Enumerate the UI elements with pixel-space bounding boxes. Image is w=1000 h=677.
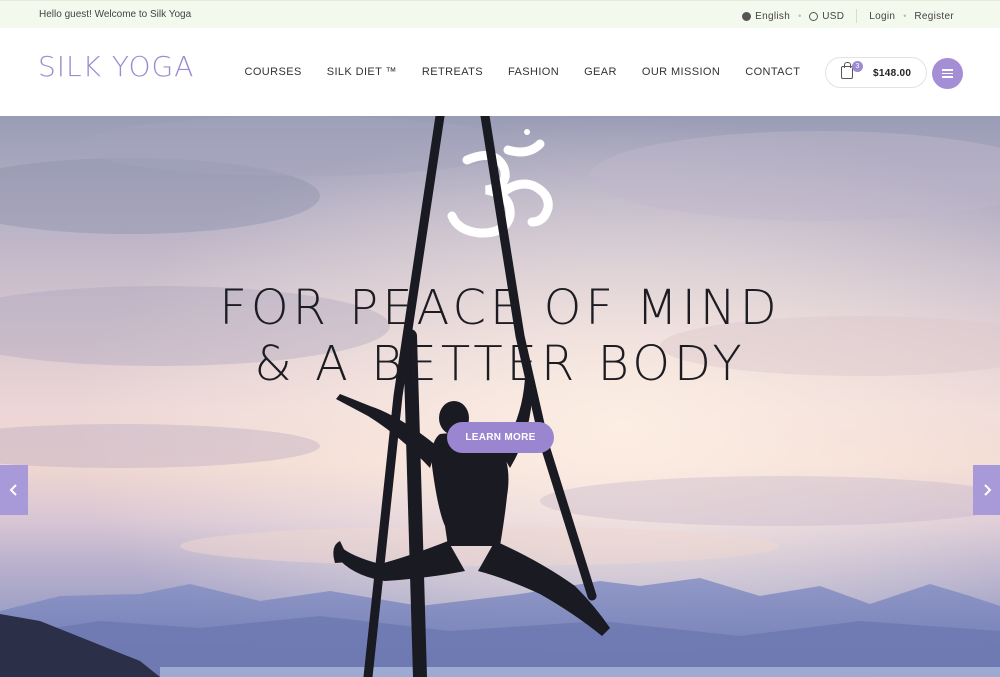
nav-fashion[interactable]: FASHION xyxy=(495,66,571,78)
hero-slider: FOR PEACE OF MIND & A BETTER BODY LEARN … xyxy=(0,116,1000,677)
cart-button[interactable]: 3 $148.00 xyxy=(825,57,927,88)
language-label: English xyxy=(755,10,791,22)
site-header: Silk Yoga COURSES SILK DIET ™ RETREATS F… xyxy=(0,28,1000,116)
login-link[interactable]: Login xyxy=(869,11,895,22)
separator-dot: • xyxy=(903,11,907,21)
nav-our-mission[interactable]: OUR MISSION xyxy=(629,66,732,78)
hamburger-menu-button[interactable] xyxy=(932,58,963,89)
cart-count-badge: 3 xyxy=(852,61,863,72)
nav-retreats[interactable]: RETREATS xyxy=(409,66,495,78)
language-selector[interactable]: English xyxy=(742,11,790,22)
currency-label: USD xyxy=(822,10,845,22)
register-link[interactable]: Register xyxy=(914,11,954,22)
hamburger-menu-icon xyxy=(942,69,953,71)
currency-selector[interactable]: USD xyxy=(809,11,844,22)
nav-courses[interactable]: COURSES xyxy=(232,66,314,78)
learn-more-button[interactable]: LEARN MORE xyxy=(447,422,554,453)
cart-total: $148.00 xyxy=(873,68,912,79)
separator-dot: • xyxy=(798,11,802,21)
nav-contact[interactable]: CONTACT xyxy=(733,66,813,78)
slider-prev-button[interactable] xyxy=(0,465,28,515)
divider xyxy=(856,9,858,23)
hero-headline-line-2: & A BETTER BODY xyxy=(254,336,746,392)
nav-gear[interactable]: GEAR xyxy=(572,66,630,78)
shopping-bag-icon xyxy=(841,62,853,79)
hero-headline-line-1: FOR PEACE OF MIND xyxy=(219,280,781,336)
site-logo[interactable]: Silk Yoga xyxy=(38,50,194,83)
currency-icon xyxy=(809,11,819,21)
top-bar: Hello guest! Welcome to Silk Yoga Englis… xyxy=(0,0,1000,28)
hero-background-image xyxy=(0,116,1000,677)
nav-silk-diet[interactable]: SILK DIET ™ xyxy=(314,66,409,78)
chevron-left-icon xyxy=(9,484,17,496)
chevron-right-icon xyxy=(984,484,992,496)
slider-next-button[interactable] xyxy=(973,465,1000,515)
top-bar-links: English • USD Login • Register xyxy=(742,9,954,23)
main-nav: COURSES SILK DIET ™ RETREATS FASHION GEA… xyxy=(232,66,813,78)
globe-icon xyxy=(742,11,752,21)
welcome-message: Hello guest! Welcome to Silk Yoga xyxy=(39,9,192,20)
